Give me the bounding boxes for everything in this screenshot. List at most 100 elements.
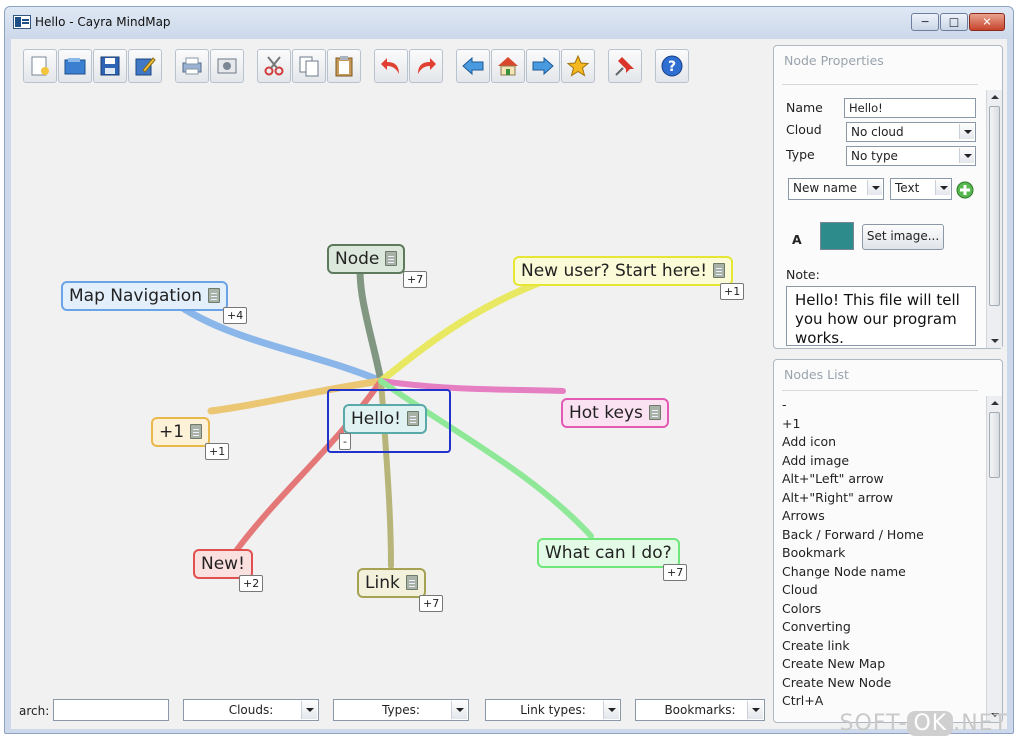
paste-button[interactable] bbox=[327, 49, 361, 83]
copy-button[interactable] bbox=[292, 49, 326, 83]
name-input[interactable]: Hello! bbox=[844, 98, 976, 118]
properties-scrollbar[interactable] bbox=[986, 90, 1002, 348]
new-name-select[interactable]: New name bbox=[788, 178, 884, 200]
link-types-filter[interactable]: Link types: bbox=[485, 699, 621, 721]
forward-button[interactable] bbox=[526, 49, 560, 83]
note-textarea[interactable]: Hello! This file will tell you how our p… bbox=[786, 286, 976, 346]
list-item[interactable]: Arrows bbox=[782, 507, 982, 526]
filter-bar: arch: Clouds: Types: Link types: Bookmar… bbox=[11, 695, 771, 725]
scroll-thumb[interactable] bbox=[989, 412, 1000, 478]
list-item[interactable]: Back / Forward / Home bbox=[782, 526, 982, 545]
new-map-button[interactable] bbox=[23, 49, 57, 83]
cut-button[interactable] bbox=[257, 49, 291, 83]
help-button[interactable]: ? bbox=[655, 49, 689, 83]
center-node-badge[interactable]: - bbox=[339, 433, 351, 450]
map-node-map-navigation[interactable]: Map Navigation bbox=[61, 281, 228, 311]
set-image-button[interactable]: Set image... bbox=[862, 224, 944, 250]
link-types-filter-label: Link types: bbox=[520, 703, 586, 717]
map-node-plus-one[interactable]: +1 bbox=[151, 417, 211, 447]
map-node-what-can-i-do[interactable]: What can I do? bbox=[537, 538, 680, 568]
search-input[interactable] bbox=[53, 699, 169, 721]
add-attribute-button[interactable] bbox=[956, 181, 974, 199]
chevron-down-icon[interactable] bbox=[747, 701, 763, 719]
list-item[interactable]: Create link bbox=[782, 637, 982, 656]
chevron-down-icon[interactable] bbox=[603, 701, 619, 719]
node-badge[interactable]: +7 bbox=[419, 595, 444, 612]
type-select[interactable]: No type bbox=[846, 146, 976, 166]
window-title: Hello - Cayra MindMap bbox=[35, 15, 171, 29]
chevron-down-icon[interactable] bbox=[959, 148, 974, 163]
bookmark-button[interactable] bbox=[561, 49, 595, 83]
node-label: What can I do? bbox=[545, 543, 672, 563]
scroll-up-icon[interactable] bbox=[987, 90, 1002, 104]
node-badge[interactable]: +1 bbox=[720, 283, 745, 300]
node-badge[interactable]: +7 bbox=[663, 564, 688, 581]
list-item[interactable]: - bbox=[782, 396, 982, 415]
node-label: Node bbox=[335, 249, 380, 269]
mind-map-canvas[interactable]: Hello! - Node +7 New user? Start here! +… bbox=[11, 91, 771, 691]
font-button[interactable]: A bbox=[792, 232, 802, 247]
node-label: Map Navigation bbox=[69, 286, 202, 306]
node-badge[interactable]: +4 bbox=[223, 307, 248, 324]
list-item[interactable]: Add image bbox=[782, 452, 982, 471]
pin-button[interactable] bbox=[608, 49, 642, 83]
maximize-button[interactable]: □ bbox=[940, 13, 968, 31]
list-item[interactable]: Create New Node bbox=[782, 674, 982, 693]
types-filter[interactable]: Types: bbox=[333, 699, 469, 721]
list-item[interactable]: Colors bbox=[782, 600, 982, 619]
node-label: Link bbox=[365, 573, 400, 593]
list-item[interactable]: Alt+"Right" arrow bbox=[782, 489, 982, 508]
chevron-down-icon[interactable] bbox=[451, 701, 467, 719]
nodes-list-scrollbar[interactable] bbox=[986, 396, 1002, 722]
map-node-new-user[interactable]: New user? Start here! bbox=[513, 256, 734, 286]
print-button[interactable] bbox=[175, 49, 209, 83]
redo-button[interactable] bbox=[409, 49, 443, 83]
list-item[interactable]: +1 bbox=[782, 415, 982, 434]
close-button[interactable]: ✕ bbox=[969, 13, 1005, 31]
list-item[interactable]: Cloud bbox=[782, 581, 982, 600]
color-swatch[interactable] bbox=[820, 222, 854, 250]
undo-button[interactable] bbox=[374, 49, 408, 83]
map-node-link[interactable]: Link bbox=[357, 568, 426, 598]
save-button[interactable] bbox=[93, 49, 127, 83]
home-button[interactable] bbox=[491, 49, 525, 83]
list-item[interactable]: Ctrl+A bbox=[782, 692, 982, 711]
nodes-list[interactable]: - +1 Add icon Add image Alt+"Left" arrow… bbox=[782, 396, 982, 711]
note-label: Note: bbox=[786, 267, 820, 282]
back-button[interactable] bbox=[456, 49, 490, 83]
list-item[interactable]: Bookmark bbox=[782, 544, 982, 563]
chevron-down-icon[interactable] bbox=[867, 180, 882, 195]
chevron-down-icon[interactable] bbox=[935, 180, 950, 195]
text-type-select[interactable]: Text bbox=[890, 178, 952, 200]
list-item[interactable]: Add icon bbox=[782, 433, 982, 452]
screenshot-button[interactable] bbox=[210, 49, 244, 83]
types-filter-label: Types: bbox=[382, 703, 420, 717]
redo-icon bbox=[418, 58, 436, 74]
chevron-down-icon[interactable] bbox=[959, 124, 974, 139]
cloud-value: No cloud bbox=[851, 125, 904, 139]
open-button[interactable] bbox=[58, 49, 92, 83]
list-item[interactable]: Change Node name bbox=[782, 563, 982, 582]
search-label: arch: bbox=[19, 704, 50, 718]
list-item[interactable]: Alt+"Left" arrow bbox=[782, 470, 982, 489]
node-badge[interactable]: +1 bbox=[205, 443, 230, 460]
watermark-part: .NET bbox=[953, 711, 1008, 736]
map-node-node[interactable]: Node bbox=[327, 244, 406, 274]
bookmarks-filter[interactable]: Bookmarks: bbox=[635, 699, 765, 721]
map-node-hot-keys[interactable]: Hot keys bbox=[561, 398, 669, 428]
app-icon bbox=[13, 15, 31, 29]
node-badge[interactable]: +7 bbox=[403, 271, 428, 288]
list-item[interactable]: Create New Map bbox=[782, 655, 982, 674]
title-bar[interactable]: Hello - Cayra MindMap ─ □ ✕ bbox=[5, 7, 1013, 37]
edit-button[interactable] bbox=[128, 49, 162, 83]
cloud-select[interactable]: No cloud bbox=[846, 122, 976, 142]
text-type-value: Text bbox=[895, 181, 920, 195]
chevron-down-icon[interactable] bbox=[301, 701, 317, 719]
clouds-filter[interactable]: Clouds: bbox=[183, 699, 319, 721]
scroll-thumb[interactable] bbox=[989, 106, 1000, 306]
node-badge[interactable]: +2 bbox=[239, 575, 264, 592]
scroll-up-icon[interactable] bbox=[987, 396, 1002, 410]
minimize-button[interactable]: ─ bbox=[911, 13, 939, 31]
scroll-down-icon[interactable] bbox=[987, 334, 1002, 348]
list-item[interactable]: Converting bbox=[782, 618, 982, 637]
